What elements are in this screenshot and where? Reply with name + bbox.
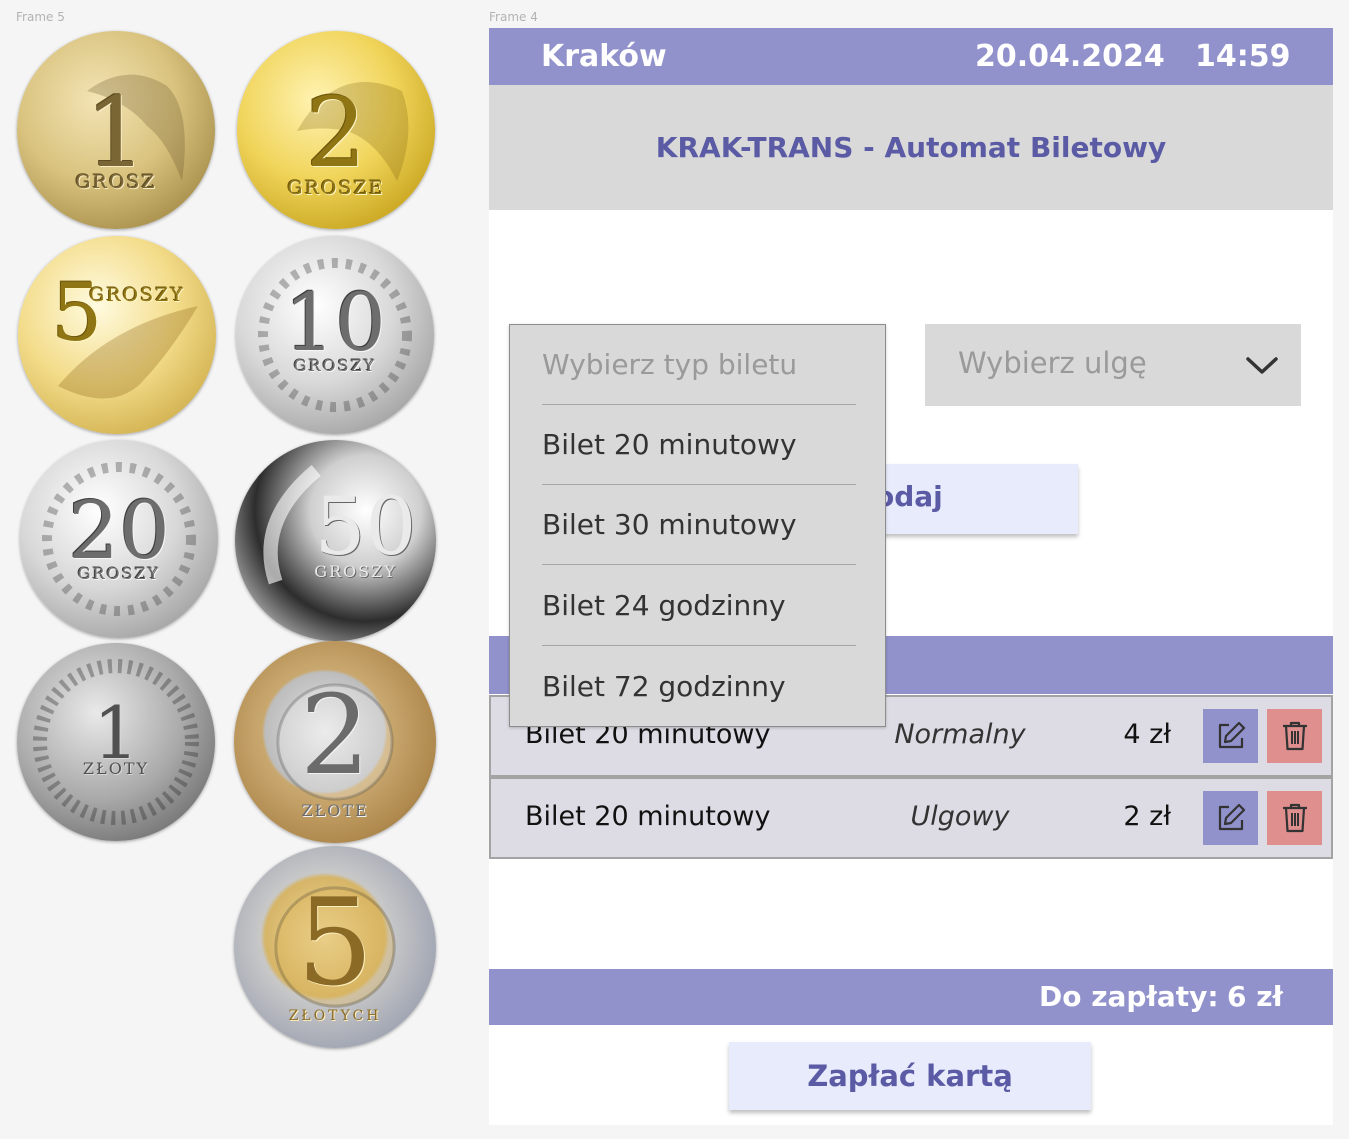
coin-2-zlote[interactable]: 2 ZŁOTE (234, 641, 436, 843)
coin-label: GROSZY (314, 562, 397, 581)
coin-5-groszy[interactable]: 5 GROSZY (18, 236, 216, 434)
coin-value: 5 (296, 874, 374, 1013)
pay-card-button[interactable]: Zapłać kartą (729, 1042, 1091, 1110)
edit-icon (1218, 803, 1245, 831)
ticket-name: Bilet 20 minutowy (525, 801, 771, 832)
edit-button[interactable] (1203, 709, 1258, 763)
ticket-type-dropdown[interactable]: Wybierz typ biletu Bilet 20 minutowy Bil… (509, 324, 886, 727)
coin-label: GROSZ (75, 171, 157, 193)
coin-2-grosze[interactable]: 2 GROSZE (237, 31, 435, 229)
delete-button[interactable] (1267, 791, 1322, 845)
coin-label: GROSZE (287, 177, 385, 199)
chevron-down-icon (1246, 357, 1278, 374)
coin-50-groszy[interactable]: 50 GROSZY (235, 440, 436, 641)
frame-5-label: Frame 5 (16, 10, 65, 24)
coin-label: ZŁOTE (301, 801, 369, 820)
coin-1-zloty[interactable]: 1 ZŁOTY (17, 643, 215, 841)
ticket-option[interactable]: Bilet 24 godzinny (542, 566, 856, 646)
status-bar: Kraków 20.04.2024 14:59 (489, 28, 1333, 85)
ticket-kind: Ulgowy (910, 801, 1010, 832)
discount-select-placeholder: Wybierz ulgę (958, 346, 1147, 380)
coin-value: 2 (300, 671, 370, 799)
time-label: 14:59 (1195, 39, 1291, 74)
ticket-type-placeholder[interactable]: Wybierz typ biletu (542, 325, 856, 405)
edit-icon (1218, 721, 1245, 749)
trash-icon (1282, 721, 1307, 751)
ticket-kind: Normalny (894, 719, 1026, 750)
coin-1-grosz[interactable]: 1 GROSZ (17, 31, 215, 229)
ticket-option[interactable]: Bilet 72 godzinny (542, 647, 856, 727)
coin-label: ZŁOTY (82, 759, 150, 778)
coin-10-groszy[interactable]: 10 GROSZY (236, 236, 434, 434)
delete-button[interactable] (1267, 709, 1322, 763)
total-bar: Do zapłaty: 6 zł (489, 969, 1333, 1025)
ticket-price: 2 zł (1123, 801, 1171, 832)
ticket-option[interactable]: Bilet 20 minutowy (542, 405, 856, 485)
cart-row: Bilet 20 minutowy Ulgowy 2 zł (489, 777, 1333, 859)
coin-label: GROSZY (293, 356, 377, 375)
discount-select[interactable]: Wybierz ulgę (925, 324, 1301, 406)
coin-value: 50 (314, 480, 417, 573)
coin-label: ZŁOTYCH (288, 1008, 382, 1024)
coin-label: GROSZY (89, 284, 185, 306)
total-value: 6 zł (1227, 980, 1283, 1013)
ticket-price: 4 zł (1123, 719, 1171, 750)
coin-label: GROSZY (77, 564, 161, 583)
coin-value: 2 (305, 77, 367, 189)
add-ticket-button[interactable]: odaj (863, 464, 1078, 534)
date-label: 20.04.2024 (975, 39, 1165, 74)
ticket-option[interactable]: Bilet 30 minutowy (542, 485, 856, 565)
coin-5-zlotych[interactable]: 5 ZŁOTYCH (234, 846, 436, 1048)
city-label: Kraków (541, 39, 667, 74)
trash-icon (1282, 803, 1307, 833)
coin-value: 5 (51, 266, 103, 359)
total-label: Do zapłaty: (1039, 980, 1219, 1013)
coin-20-groszy[interactable]: 20 GROSZY (20, 440, 218, 638)
frame-4-label: Frame 4 (489, 10, 538, 24)
page-title: KRAK-TRANS - Automat Biletowy (489, 85, 1333, 210)
edit-button[interactable] (1203, 791, 1258, 845)
